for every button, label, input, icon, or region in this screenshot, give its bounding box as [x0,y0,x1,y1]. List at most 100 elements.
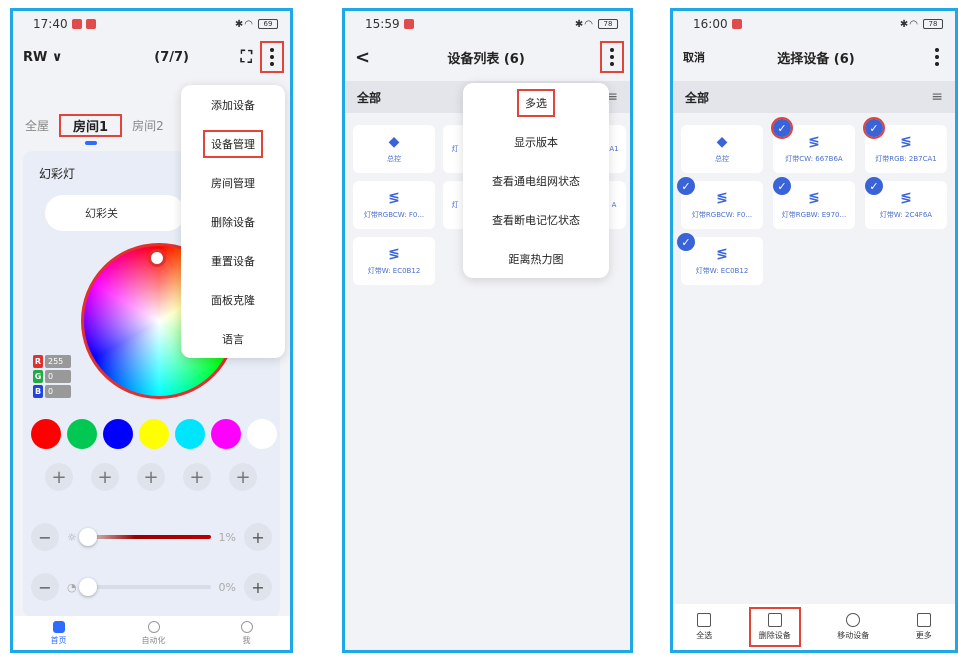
device-tile[interactable]: ◆ 总控 [681,125,763,173]
scan-icon[interactable]: ⛶ [241,47,252,67]
top-bar: RW ∨ (7/7) ⛶ [13,37,290,77]
filter-bar: 全部 ≡ [673,81,955,113]
action-bar: 全选 删除设备 移动设备 更多 [673,604,955,650]
brightness-slider: − ☼ 1% + [31,523,272,551]
more-menu-icon[interactable] [260,41,284,73]
speed-track[interactable] [78,578,211,596]
device-count: (7/7) [154,49,189,65]
bottom-nav: 首页 自动化 我 [13,616,290,650]
top-bar: 取消 选择设备 (6) [673,37,955,77]
menu-device-management[interactable]: 设备管理 [181,124,285,163]
selected-check-icon[interactable]: ✓ [677,177,695,195]
menu-room-management[interactable]: 房间管理 [181,163,285,202]
brightness-icon: ☼ [67,530,77,544]
swatch-white[interactable] [247,419,277,449]
rgb-r: R 255 [33,355,71,368]
speed-minus-button[interactable]: − [31,573,59,601]
light-strip-icon: ≶ [808,134,820,150]
menu-language[interactable]: 语言 [181,319,285,358]
add-color-button[interactable]: + [183,463,211,491]
effect-toggle[interactable]: 幻彩关 [45,195,185,231]
nav-automation[interactable]: 自动化 [142,620,166,646]
more-menu-icon[interactable] [600,41,624,73]
more-button[interactable]: 更多 [908,609,940,645]
signal-icon: ✱◠ [234,18,254,30]
layers-icon [916,613,931,627]
light-strip-icon: ≶ [808,190,820,206]
menu-power-memory-status[interactable]: 查看断电记忆状态 [463,200,609,239]
swatch-yellow[interactable] [139,419,169,449]
wheel-knob[interactable] [148,249,166,267]
select-all-button[interactable]: 全选 [688,609,720,645]
tab-room1[interactable]: 房间1 [59,113,123,145]
home-selector[interactable]: RW ∨ [23,50,62,65]
filter-all[interactable]: 全部 [357,89,381,106]
light-strip-icon: ≶ [716,246,728,262]
phone-select-devices: 16:00 ✱◠ 78 取消 选择设备 (6) 全部 ≡ ◆ 总控 ≶ 灯带CW: 6… [670,8,958,653]
more-menu: 多选 显示版本 查看通电组网状态 查看断电记忆状态 距离热力图 [463,83,609,278]
menu-power-network-status[interactable]: 查看通电组网状态 [463,161,609,200]
checkbox-icon [697,613,712,627]
signal-icon: ✱◠ [574,18,594,30]
list-view-icon[interactable]: ≡ [931,89,943,105]
swatch-red[interactable] [31,419,61,449]
add-color-button[interactable]: + [229,463,257,491]
add-color-button[interactable]: + [91,463,119,491]
menu-reset-device[interactable]: 重置设备 [181,241,285,280]
add-color-button[interactable]: + [137,463,165,491]
speed-plus-button[interactable]: + [244,573,272,601]
menu-add-device[interactable]: 添加设备 [181,85,285,124]
device-tile[interactable]: ◆ 总控 [353,125,435,173]
home-icon [52,620,65,633]
tab-room2[interactable]: 房间2 [120,117,176,134]
delete-device-button[interactable]: 删除设备 [748,607,801,647]
brightness-plus-button[interactable]: + [244,523,272,551]
tab-all[interactable]: 全屋 [13,117,61,134]
device-tile[interactable]: ≶ 灯带RGBCW: F0... [353,181,435,229]
cancel-button[interactable]: 取消 [683,49,705,65]
light-strip-icon: ≶ [900,190,912,206]
menu-panel-clone[interactable]: 面板克隆 [181,280,285,319]
nav-me[interactable]: 我 [240,620,253,646]
status-time: 16:00 [693,17,728,31]
add-color-button[interactable]: + [45,463,73,491]
signal-icon: ✱◠ [899,18,919,30]
rgb-g: G0 [33,370,71,383]
speed-slider: − ◔ 0% + [31,573,272,601]
top-bar: < 设备列表 (6) [345,37,630,77]
move-device-button[interactable]: 移动设备 [829,609,877,645]
speed-value: 0% [218,580,236,594]
more-menu: 添加设备 设备管理 房间管理 删除设备 重置设备 面板克隆 语言 [181,85,285,358]
nav-home[interactable]: 首页 [51,620,67,646]
swatch-blue[interactable] [103,419,133,449]
selected-check-icon[interactable]: ✓ [771,117,793,139]
device-tile[interactable]: ≶ 灯带W: EC0B12 [353,237,435,285]
speed-icon: ◔ [67,580,77,594]
menu-multi-select[interactable]: 多选 [463,83,609,122]
battery-icon: 78 [598,19,618,29]
light-strip-icon: ≶ [388,246,400,262]
more-menu-icon[interactable] [927,43,947,71]
brightness-minus-button[interactable]: − [31,523,59,551]
back-icon[interactable]: < [355,47,370,68]
selected-check-icon[interactable]: ✓ [865,177,883,195]
menu-delete-device[interactable]: 删除设备 [181,202,285,241]
filter-all[interactable]: 全部 [685,89,709,106]
light-strip-icon: ≶ [388,190,400,206]
swatch-magenta[interactable] [211,419,241,449]
trash-icon [767,613,782,627]
brightness-value: 1% [218,530,236,544]
phone-device-list: 15:59 ✱◠ 78 < 设备列表 (6) 全部 ≡ ◆ 总控 ≶ 灯带RGBCW:… [342,8,633,653]
selected-check-icon[interactable]: ✓ [863,117,885,139]
selected-check-icon[interactable]: ✓ [677,233,695,251]
swatch-green[interactable] [67,419,97,449]
menu-distance-heatmap[interactable]: 距离热力图 [463,239,609,278]
swatch-cyan[interactable] [175,419,205,449]
light-strip-icon: ≶ [716,190,728,206]
brightness-track[interactable] [78,528,211,546]
move-icon [846,613,861,627]
menu-show-version[interactable]: 显示版本 [463,122,609,161]
status-bar: 15:59 ✱◠ 78 [345,11,630,37]
battery-icon: 69 [258,19,278,29]
selected-check-icon[interactable]: ✓ [773,177,791,195]
